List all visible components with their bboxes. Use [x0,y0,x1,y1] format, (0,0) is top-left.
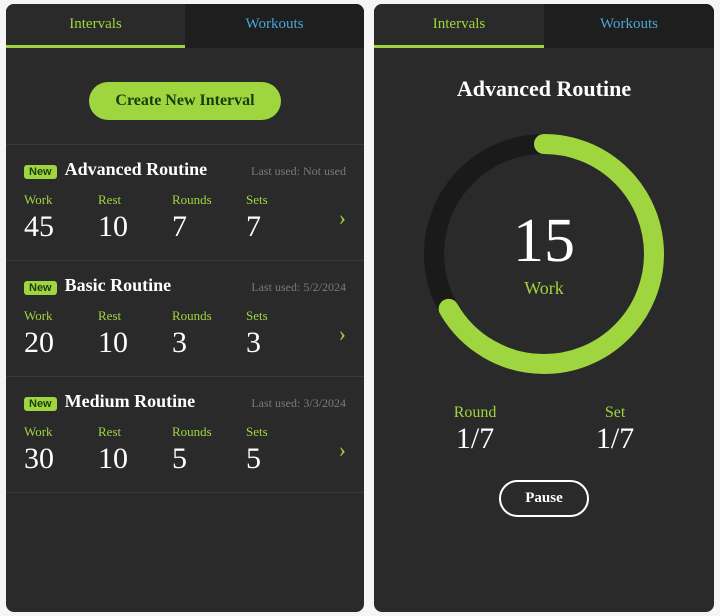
stat-rounds: Rounds7 [172,192,246,244]
stat-work: Work45 [24,192,98,244]
stat-rounds: Rounds3 [172,308,246,360]
ring-center: 15 Work [374,124,714,384]
stat-sets: Sets3 [246,308,320,360]
card-header: New Basic Routine Last used: 5/2/2024 [24,275,346,296]
new-badge: New [24,397,57,411]
stat-sets: Sets7 [246,192,320,244]
stats-row: Work20 Rest10 Rounds3 Sets3 › [24,308,346,360]
round-set-row: Round 1/7 Set 1/7 [374,404,714,456]
new-badge: New [24,281,57,295]
card-header: New Medium Routine Last used: 3/3/2024 [24,391,346,412]
stats-row: Work30 Rest10 Rounds5 Sets5 › [24,424,346,476]
stat-work: Work30 [24,424,98,476]
create-button-row: Create New Interval [6,48,364,144]
card-header: New Advanced Routine Last used: Not used [24,159,346,180]
new-badge: New [24,165,57,179]
stat-rest: Rest10 [98,424,172,476]
chevron-right-icon[interactable]: › [339,437,346,463]
timer-screen: Intervals Workouts Advanced Routine 15 W… [374,4,714,612]
stat-work: Work20 [24,308,98,360]
tab-bar: Intervals Workouts [374,4,714,48]
progress-ring: 15 Work [374,124,714,384]
tab-intervals[interactable]: Intervals [6,4,185,48]
timer-phase: Work [524,278,564,299]
round-display: Round 1/7 [454,404,497,456]
interval-card[interactable]: New Basic Routine Last used: 5/2/2024 Wo… [6,260,364,376]
tab-intervals[interactable]: Intervals [374,4,544,48]
chevron-right-icon[interactable]: › [339,205,346,231]
stat-rest: Rest10 [98,308,172,360]
stat-rounds: Rounds5 [172,424,246,476]
routine-title: Advanced Routine [374,76,714,102]
chevron-right-icon[interactable]: › [339,321,346,347]
pause-button[interactable]: Pause [499,480,589,517]
tab-workouts[interactable]: Workouts [185,4,364,48]
interval-card[interactable]: New Advanced Routine Last used: Not used… [6,144,364,260]
tab-bar: Intervals Workouts [6,4,364,48]
stats-row: Work45 Rest10 Rounds7 Sets7 › [24,192,346,244]
create-new-interval-button[interactable]: Create New Interval [89,82,280,120]
timer-value: 15 [513,210,575,272]
interval-card[interactable]: New Medium Routine Last used: 3/3/2024 W… [6,376,364,493]
pause-row: Pause [374,480,714,517]
last-used-text: Last used: 3/3/2024 [251,396,346,411]
stat-sets: Sets5 [246,424,320,476]
last-used-text: Last used: 5/2/2024 [251,280,346,295]
intervals-list-screen: Intervals Workouts Create New Interval N… [6,4,364,612]
card-title: Advanced Routine [65,159,208,180]
stat-rest: Rest10 [98,192,172,244]
card-title: Basic Routine [65,275,172,296]
last-used-text: Last used: Not used [251,164,346,179]
set-display: Set 1/7 [596,404,634,456]
tab-workouts[interactable]: Workouts [544,4,714,48]
card-title: Medium Routine [65,391,196,412]
